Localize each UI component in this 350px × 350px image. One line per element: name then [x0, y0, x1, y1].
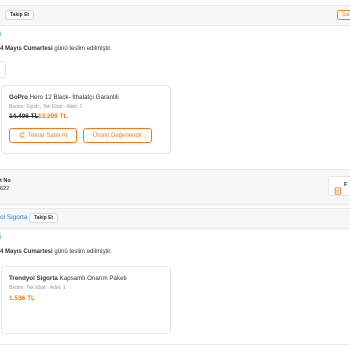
delivery-info-2: 4 Mayıs Cumartesi günü teslim edilmiştir…	[0, 249, 112, 255]
seller-name-link[interactable]: ol Sigorta	[0, 214, 27, 221]
delivery-info: 4 Mayıs Cumartesi günü teslim edilmiştir…	[0, 46, 112, 52]
order-no-label: t No	[0, 178, 11, 184]
new-price: 13.299 TL	[38, 113, 68, 120]
order-no-value: 622	[0, 186, 10, 192]
bottom-divider	[0, 344, 350, 345]
review-product-button[interactable]: Ürünü Değerlendir	[83, 128, 152, 143]
review-label: Ürünü Değerlendir	[92, 132, 143, 139]
delivery-status-2: i	[0, 234, 2, 241]
refresh-icon	[19, 131, 25, 140]
buy-again-button[interactable]: Tekrar Satın Al	[9, 128, 77, 143]
top-right-button[interactable]: Sat	[337, 10, 350, 20]
product-name[interactable]: GoPro Hero 12 Black- İthalatçı Garantili	[9, 94, 119, 101]
delivery-date: 4 Mayıs Cumartesi	[0, 46, 53, 52]
product-name-2[interactable]: Trendyol Sigorta Kapsamlı Onarım Paketi	[9, 275, 127, 282]
product-meta-2: Beden: Tek Ebat · Adet: 1	[9, 285, 66, 291]
delivery-text: günü teslim edilmiştir.	[54, 46, 112, 52]
product-meta: Beden: Siyah , Tek Ebat · Adet: 1	[9, 104, 83, 110]
buy-again-label: Tekrar Satın Al	[27, 132, 68, 139]
product-brand-2: Trendyol Sigorta	[9, 275, 58, 282]
invoice-button[interactable]: F	[328, 176, 350, 196]
invoice-icon	[334, 182, 342, 200]
seller-header-bar	[0, 5, 350, 26]
product-price-2: 1.536 TL	[9, 295, 36, 302]
product-thumbnail[interactable]	[0, 61, 6, 78]
delivery-status: i	[0, 31, 2, 38]
follow-button[interactable]: Takip Et	[5, 10, 35, 20]
delivery-date-2: 4 Mayıs Cumartesi	[0, 249, 53, 255]
product-brand: GoPro	[9, 94, 28, 101]
product-title: Hero 12 Black- İthalatçı Garantili	[29, 94, 119, 101]
product-title-2: Kapsamlı Onarım Paketi	[59, 275, 127, 282]
invoice-label: F	[344, 182, 348, 188]
follow-button-2[interactable]: Takip Et	[29, 213, 59, 223]
order-header-bar	[0, 169, 350, 205]
old-price: 14.496 TL	[9, 113, 39, 120]
delivery-text-2: günü teslim edilmiştir.	[54, 249, 112, 255]
